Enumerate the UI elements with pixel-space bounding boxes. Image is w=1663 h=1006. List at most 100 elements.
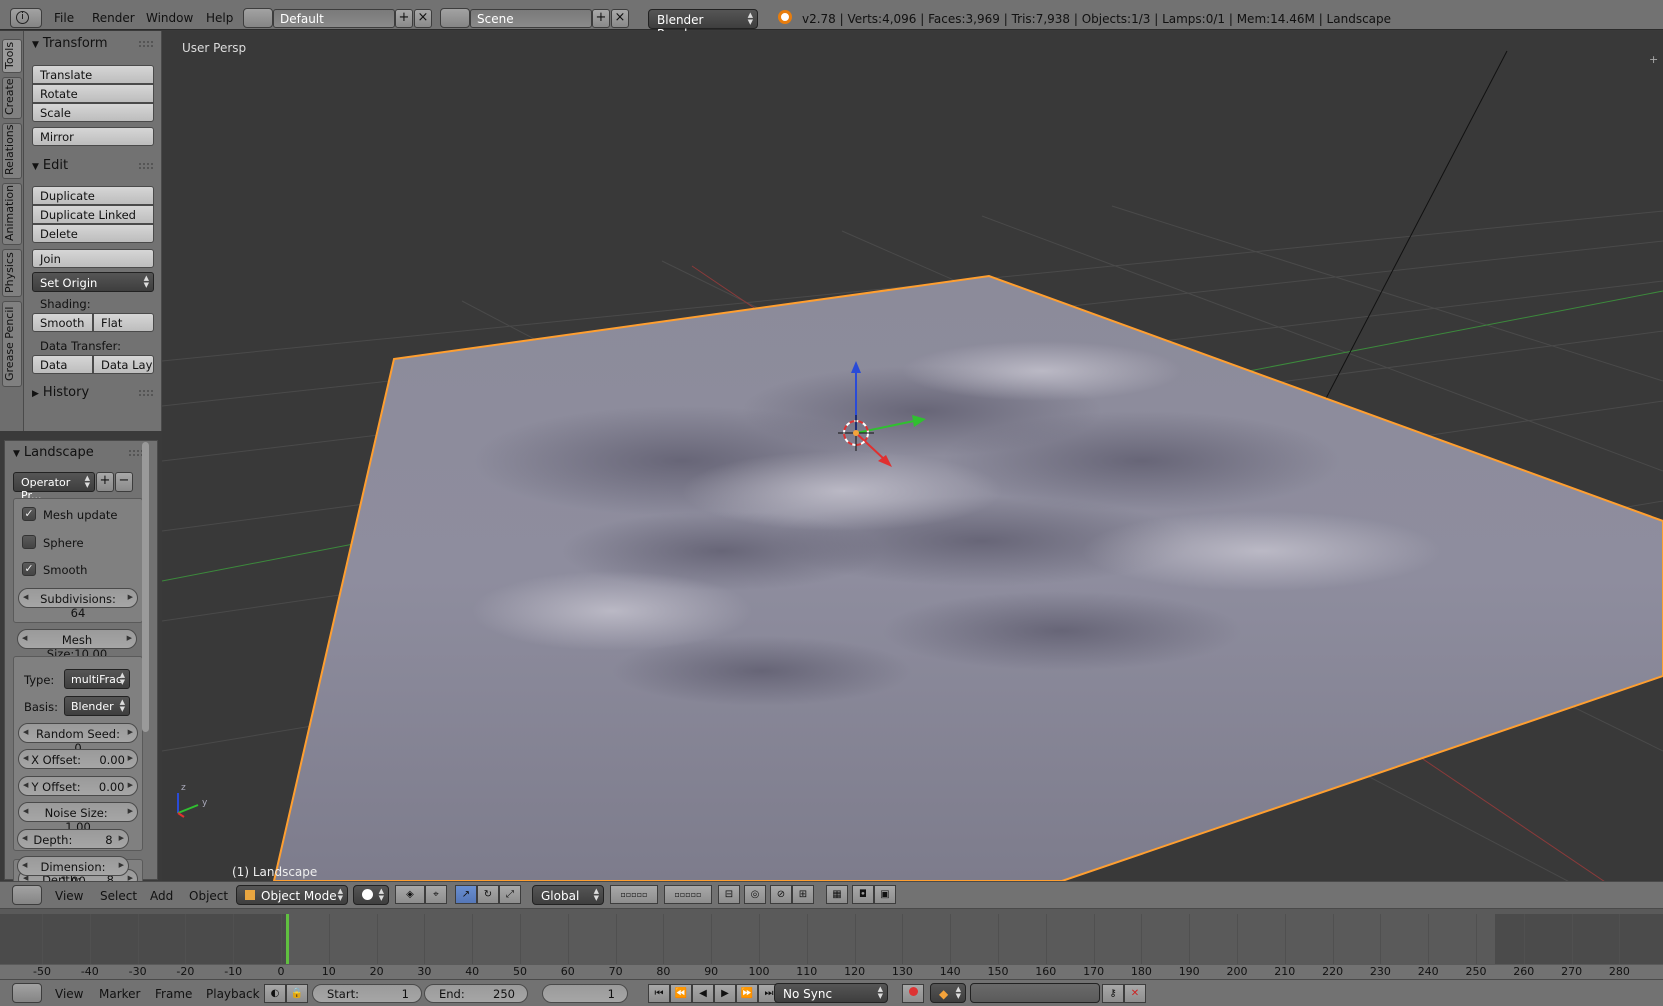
- menu-help[interactable]: Help: [206, 11, 233, 25]
- sphere-checkbox[interactable]: [22, 535, 36, 549]
- type-select[interactable]: multiFrac ▲ ▼: [64, 669, 130, 689]
- start-frame-field[interactable]: Start: 1: [312, 984, 422, 1003]
- prev-keyframe-icon[interactable]: ⏪: [670, 984, 692, 1003]
- scene-layers-2-icon[interactable]: ▫▫▫▫▫: [664, 885, 712, 904]
- scene-icon[interactable]: [440, 8, 470, 28]
- history-panel-header[interactable]: ▶ History: [32, 385, 89, 400]
- edit-panel-header[interactable]: ▼ Edit: [32, 158, 68, 173]
- viewport-shading-select[interactable]: ▲ ▼: [353, 885, 389, 905]
- dimension-field[interactable]: ◀Dimension: 1.00▶: [17, 856, 129, 888]
- tab-create[interactable]: Create: [2, 77, 22, 119]
- join-button[interactable]: Join: [32, 249, 154, 268]
- scene-name-field[interactable]: Scene: [470, 9, 592, 28]
- render-engine-select[interactable]: Blender Render▲▼: [648, 9, 758, 41]
- remove-scene-button[interactable]: ×: [611, 9, 629, 28]
- operator-panel-scrollbar[interactable]: [142, 442, 149, 732]
- scale-manipulator-icon[interactable]: ⤢: [499, 885, 521, 904]
- sync-mode-select[interactable]: No Sync ▲ ▼: [774, 983, 888, 1003]
- panel-grip-icon[interactable]: [139, 41, 153, 47]
- smooth-checkbox[interactable]: ✓: [22, 562, 36, 576]
- tab-relations[interactable]: Relations: [2, 123, 22, 179]
- tl-menu-playback[interactable]: Playback: [206, 987, 260, 1001]
- screen-layout-icon[interactable]: [243, 8, 273, 28]
- vp-menu-view[interactable]: View: [55, 889, 83, 903]
- timeline-editor[interactable]: -50 -40 -30 -20 -10 0 10 20 30 40 50 60 70 80 90 100 110…: [0, 909, 1663, 979]
- translate-button[interactable]: Translate: [32, 65, 154, 84]
- rotate-manipulator-icon[interactable]: ↻: [477, 885, 499, 904]
- depth-field-visible[interactable]: ◀ Depth: 8 ▶: [17, 829, 129, 849]
- scene-canvas[interactable]: [162, 31, 1663, 881]
- add-scene-button[interactable]: +: [592, 9, 610, 28]
- properties-toggle-button[interactable]: +: [1649, 53, 1659, 66]
- menu-file[interactable]: File: [54, 11, 74, 25]
- mirror-button[interactable]: Mirror: [32, 127, 154, 146]
- basis-select[interactable]: Blender ▲ ▼: [64, 696, 130, 716]
- mesh-size-field[interactable]: ◀ Mesh Size:10.00 ▶: [17, 629, 137, 661]
- next-keyframe-icon[interactable]: ⏩: [736, 984, 758, 1003]
- operator-presets-select[interactable]: Operator Pr... ▲ ▼: [13, 472, 95, 502]
- tab-physics[interactable]: Physics: [2, 249, 22, 297]
- duplicate-button[interactable]: Duplicate: [32, 186, 154, 205]
- shade-flat-button[interactable]: Flat: [93, 313, 154, 332]
- keying-set-icon[interactable]: ◐: [264, 984, 286, 1003]
- keying-mode-select[interactable]: ◆ ▲ ▼: [930, 983, 966, 1003]
- menu-window[interactable]: Window: [146, 11, 193, 25]
- timeline-frame-ruler[interactable]: -50 -40 -30 -20 -10 0 10 20 30 40 50 60 70 80 90 100 110…: [0, 965, 1663, 979]
- translate-manipulator-icon[interactable]: ↗: [455, 885, 477, 904]
- jump-start-icon[interactable]: ⏮: [648, 984, 670, 1003]
- lock-layers-icon[interactable]: ⊟: [718, 885, 740, 904]
- x-offset-field[interactable]: ◀ X Offset: 0.00 ▶: [18, 749, 138, 769]
- random-seed-field[interactable]: ◀ Random Seed: 0 ▶: [18, 723, 138, 755]
- tab-grease-pencil[interactable]: Grease Pencil: [2, 301, 22, 387]
- render-preview-icon[interactable]: ▦: [826, 885, 848, 904]
- vp-menu-object[interactable]: Object: [189, 889, 228, 903]
- scene-layers-icon[interactable]: ▫▫▫▫▫: [610, 885, 658, 904]
- delete-keyframe-icon[interactable]: ✕: [1124, 984, 1146, 1003]
- noise-size-field[interactable]: ◀ Noise Size: 1.00 ▶: [18, 802, 138, 834]
- mesh-update-checkbox[interactable]: ✓: [22, 507, 36, 521]
- remove-preset-button[interactable]: −: [115, 472, 133, 492]
- active-keying-set-field[interactable]: [970, 983, 1100, 1003]
- vp-menu-add[interactable]: Add: [150, 889, 173, 903]
- vp-menu-select[interactable]: Select: [100, 889, 137, 903]
- snap-toggle-icon[interactable]: ⊘: [770, 885, 792, 904]
- tab-animation[interactable]: Animation: [2, 183, 22, 245]
- scale-button[interactable]: Scale: [32, 103, 154, 122]
- y-offset-field[interactable]: ◀ Y Offset: 0.00 ▶: [18, 776, 138, 796]
- end-frame-field[interactable]: End: 250: [424, 984, 528, 1003]
- data-transfer-button[interactable]: Data: [32, 355, 93, 374]
- manipulator-toggle-icon[interactable]: ⌖: [425, 885, 447, 904]
- panel-grip-icon[interactable]: [129, 450, 143, 456]
- pivot-point-icon[interactable]: ◈: [395, 885, 425, 904]
- current-frame-field[interactable]: 1: [542, 984, 628, 1003]
- lock-time-icon[interactable]: 🔒: [286, 984, 308, 1003]
- delete-button[interactable]: Delete: [32, 224, 154, 243]
- opengl-anim-render-icon[interactable]: ▣: [874, 885, 896, 904]
- shade-smooth-button[interactable]: Smooth: [32, 313, 93, 332]
- landscape-panel-header[interactable]: ▼ Landscape: [13, 445, 94, 460]
- subdivisions-field[interactable]: ◀ Subdivisions: 64 ▶: [18, 588, 138, 620]
- add-preset-button[interactable]: +: [96, 472, 114, 492]
- add-layout-button[interactable]: +: [395, 9, 413, 28]
- proportional-edit-icon[interactable]: ◎: [744, 885, 766, 904]
- data-layout-button[interactable]: Data Layo: [93, 355, 154, 374]
- auto-keying-record-icon[interactable]: [902, 984, 924, 1003]
- layout-name-field[interactable]: Default: [273, 9, 395, 28]
- remove-layout-button[interactable]: ×: [414, 9, 432, 28]
- transform-panel-header[interactable]: ▼ Transform: [32, 36, 108, 51]
- transform-orientation-select[interactable]: Global ▲ ▼: [532, 885, 604, 905]
- panel-grip-icon[interactable]: [139, 390, 153, 396]
- snap-element-icon[interactable]: ⊞: [792, 885, 814, 904]
- duplicate-linked-button[interactable]: Duplicate Linked: [32, 205, 154, 224]
- editor-type-timeline-button[interactable]: [12, 983, 42, 1003]
- play-icon[interactable]: ▶: [714, 984, 736, 1003]
- editor-type-info-button[interactable]: i: [10, 8, 42, 28]
- insert-keyframe-icon[interactable]: ⚷: [1102, 984, 1124, 1003]
- 3d-viewport[interactable]: z y User Persp (1) Landscape +: [162, 31, 1663, 881]
- tl-menu-view[interactable]: View: [55, 987, 83, 1001]
- panel-grip-icon[interactable]: [139, 163, 153, 169]
- set-origin-select[interactable]: Set Origin ▲ ▼: [32, 272, 154, 292]
- tab-tools[interactable]: Tools: [2, 39, 22, 73]
- opengl-render-icon[interactable]: ◘: [852, 885, 874, 904]
- current-frame-marker[interactable]: [286, 914, 289, 964]
